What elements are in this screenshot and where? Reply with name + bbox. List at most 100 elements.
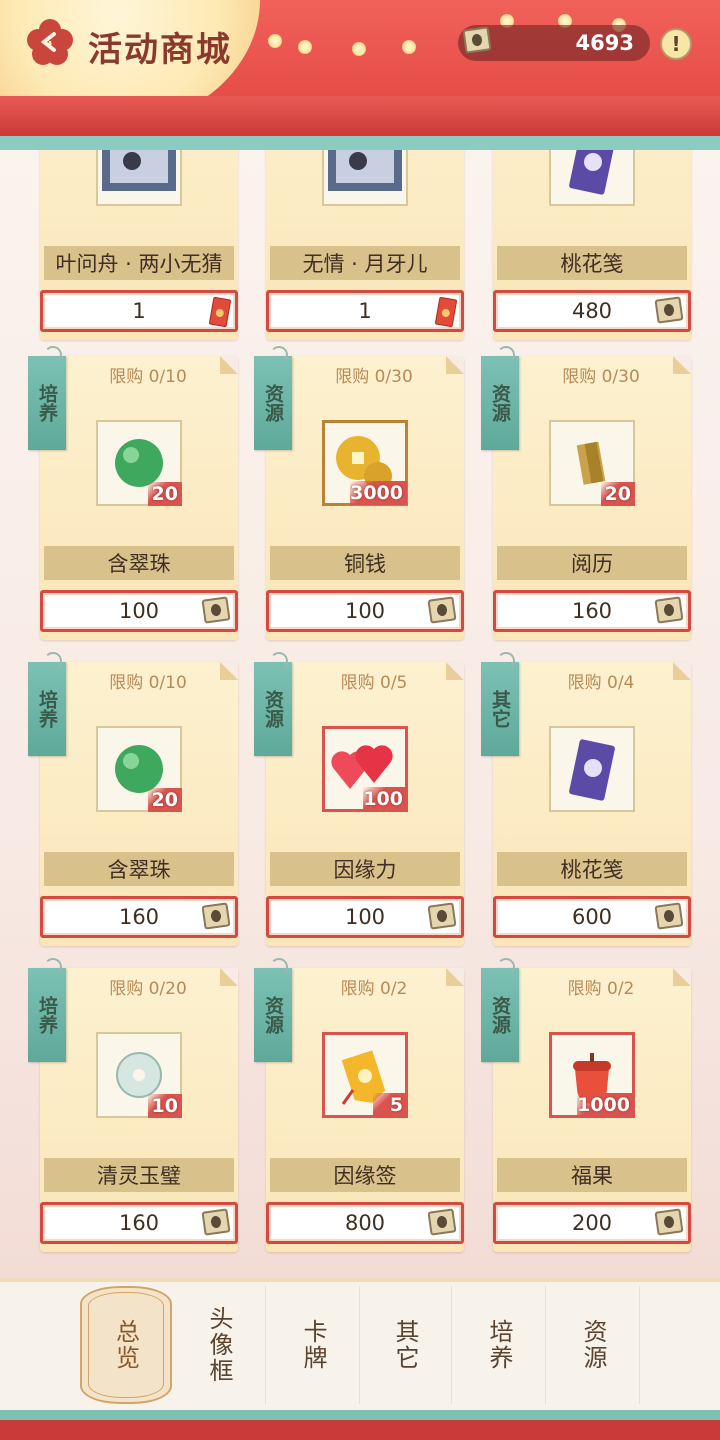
header-trim — [0, 136, 720, 150]
item-quantity: 5 — [373, 1093, 407, 1117]
item-name: 含翠珠 — [44, 852, 234, 886]
category-tag: 培养 — [28, 958, 66, 1062]
buy-button[interactable]: 100 — [266, 896, 464, 938]
item-name: 无情 · 月牙儿 — [270, 246, 460, 280]
purchase-limit: 限购 0/4 — [567, 673, 635, 693]
item-quantity: 100 — [363, 787, 407, 811]
purchase-limit: 限购 0/10 — [109, 673, 187, 693]
experience-icon: 20 — [549, 420, 635, 506]
shop-item-card[interactable]: 培养 限购 0/10 20 含翠珠 160 — [28, 652, 238, 946]
buy-button[interactable]: 160 — [493, 590, 691, 632]
currency-display: 4693 — [458, 25, 650, 61]
buy-button[interactable]: 200 — [493, 1202, 691, 1244]
purchase-limit: 限购 0/5 — [340, 673, 408, 693]
flower-back-icon — [27, 19, 73, 65]
string-light — [298, 40, 312, 54]
item-quantity: 20 — [148, 482, 182, 506]
tab-avatar-frame[interactable]: 头像框 — [174, 1286, 266, 1404]
shop-item-card[interactable]: 叶问舟 · 两小无猜 1 — [40, 150, 238, 340]
tab-other[interactable]: 其它 — [360, 1286, 452, 1404]
purchase-limit: 限购 0/30 — [562, 367, 640, 387]
string-light — [268, 34, 282, 48]
jade-bead-icon: 20 — [96, 420, 182, 506]
shop-item-card[interactable]: 桃花笺 480 — [493, 150, 691, 340]
item-price: 480 — [571, 299, 613, 323]
item-quantity: 20 — [148, 788, 182, 812]
buy-button[interactable]: 480 — [493, 290, 691, 332]
coin-icon — [654, 296, 684, 324]
purchase-limit: 限购 0/2 — [340, 979, 408, 999]
item-price: 100 — [344, 599, 386, 623]
coin-icon — [427, 596, 457, 624]
item-name: 福果 — [497, 1158, 687, 1192]
copper-coin-icon: 3000 — [322, 420, 408, 506]
shop-item-card[interactable]: 其它 限购 0/4 桃花笺 600 — [481, 652, 691, 946]
item-price: 1 — [358, 299, 372, 323]
buy-button[interactable]: 1 — [266, 290, 464, 332]
buy-button[interactable]: 800 — [266, 1202, 464, 1244]
tab-overview[interactable]: 总览 — [80, 1286, 172, 1404]
shop-item-card[interactable]: 无情 · 月牙儿 1 — [266, 150, 464, 340]
shop-item-card[interactable]: 资源 限购 0/2 1000 福果 200 — [481, 958, 691, 1252]
fate-charm-icon: 5 — [322, 1032, 408, 1118]
purchase-limit: 限购 0/10 — [109, 367, 187, 387]
category-tag: 资源 — [254, 958, 292, 1062]
header-band — [0, 96, 720, 136]
shop-item-card[interactable]: 培养 限购 0/10 20 含翠珠 100 — [28, 346, 238, 640]
page-title: 活动商城 — [88, 30, 232, 70]
item-quantity: 20 — [601, 482, 635, 506]
coin-icon — [201, 1208, 231, 1236]
buy-button[interactable]: 100 — [40, 590, 238, 632]
shop-item-card[interactable]: 培养 限购 0/20 10 清灵玉璧 160 — [28, 958, 238, 1252]
ticket-icon — [208, 296, 232, 328]
coin-icon — [427, 902, 457, 930]
jade-disc-icon: 10 — [96, 1032, 182, 1118]
back-button[interactable] — [24, 18, 76, 66]
coin-icon — [654, 596, 684, 624]
shop-item-card[interactable]: 资源 限购 0/2 5 因缘签 800 — [254, 958, 464, 1252]
item-price: 600 — [571, 905, 613, 929]
item-quantity: 10 — [148, 1094, 182, 1118]
category-tag: 资源 — [481, 346, 519, 450]
item-price: 100 — [344, 905, 386, 929]
hearts-icon: 100 — [322, 726, 408, 812]
coin-icon — [654, 902, 684, 930]
buy-button[interactable]: 160 — [40, 896, 238, 938]
item-name: 桃花笺 — [497, 852, 687, 886]
currency-amount: 4693 — [575, 31, 634, 55]
item-price: 100 — [118, 599, 160, 623]
item-price: 1 — [132, 299, 146, 323]
shop-item-card[interactable]: 资源 限购 0/30 3000 铜钱 100 — [254, 346, 464, 640]
item-name: 清灵玉璧 — [44, 1158, 234, 1192]
coin-icon — [427, 1208, 457, 1236]
peach-note-icon — [549, 150, 635, 206]
purchase-limit: 限购 0/20 — [109, 979, 187, 999]
buy-button[interactable]: 600 — [493, 896, 691, 938]
coin-icon — [462, 26, 492, 54]
item-quantity: 1000 — [577, 1093, 634, 1117]
shop-item-card[interactable]: 资源 限购 0/5 100 因缘力 100 — [254, 652, 464, 946]
category-tag: 资源 — [481, 958, 519, 1062]
item-name: 因缘力 — [270, 852, 460, 886]
buy-button[interactable]: 100 — [266, 590, 464, 632]
tab-bar: 总览 头像框 卡牌 其它 培养 资源 — [0, 1278, 720, 1440]
item-price: 200 — [571, 1211, 613, 1235]
peach-note-icon — [549, 726, 635, 812]
tab-resources[interactable]: 资源 — [548, 1286, 640, 1404]
item-name: 叶问舟 · 两小无猜 — [44, 246, 234, 280]
coin-icon — [201, 902, 231, 930]
item-price: 160 — [118, 1211, 160, 1235]
shop-item-card[interactable]: 资源 限购 0/30 20 阅历 160 — [481, 346, 691, 640]
buy-button[interactable]: 160 — [40, 1202, 238, 1244]
jade-bead-icon: 20 — [96, 726, 182, 812]
tab-cards[interactable]: 卡牌 — [268, 1286, 360, 1404]
info-button[interactable]: ! — [660, 28, 692, 60]
coin-icon — [654, 1208, 684, 1236]
purchase-limit: 限购 0/30 — [335, 367, 413, 387]
item-name: 含翠珠 — [44, 546, 234, 580]
buy-button[interactable]: 1 — [40, 290, 238, 332]
ticket-icon — [434, 296, 458, 328]
tab-trim — [0, 1410, 720, 1420]
tab-training[interactable]: 培养 — [454, 1286, 546, 1404]
item-price: 160 — [571, 599, 613, 623]
